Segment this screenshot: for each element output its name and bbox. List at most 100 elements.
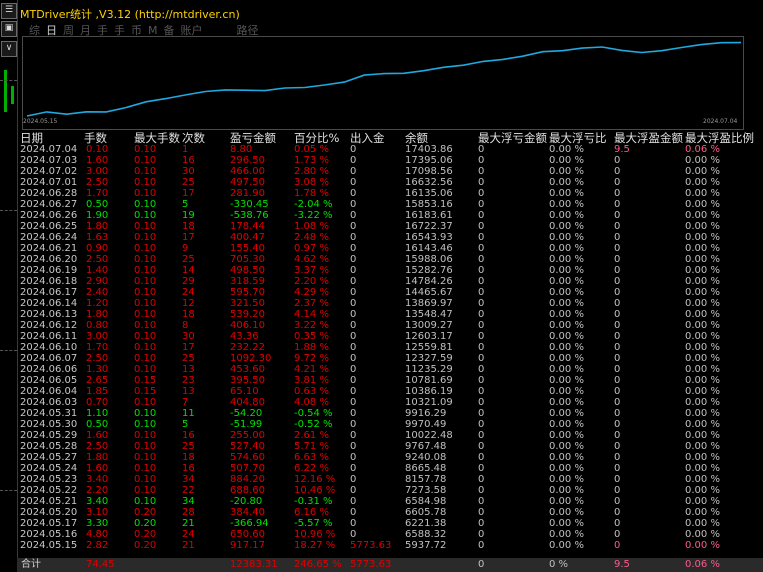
cell-bal: 6584.98 (405, 496, 447, 507)
cell-date: 2024.06.21 (20, 243, 78, 254)
cell-bal: 13869.97 (405, 298, 453, 309)
menu-icon[interactable]: ☰ (1, 3, 17, 19)
chevron-down-icon[interactable]: ∨ (1, 41, 17, 57)
cell-lot: 0.80 (86, 320, 109, 331)
cell-maxlot: 0.10 (134, 177, 157, 188)
cell-lot: 1.40 (86, 265, 109, 276)
col-header-3[interactable]: 次数 (182, 130, 205, 145)
cell-pct: 0.97 % (294, 243, 329, 254)
cell-mflp: 0.00 % (549, 496, 584, 507)
cell-mflp: 0.00 % (549, 353, 584, 364)
cell-mfp: 0 (614, 518, 621, 529)
cell-mfpp: 0.00 % (685, 364, 720, 375)
cell-cnt: 11 (182, 408, 195, 419)
cell-mfl: 0 (478, 177, 485, 188)
cell-lot: 0.70 (86, 397, 109, 408)
cell-pct: 3.08 % (294, 177, 329, 188)
cell-pl: 404.80 (230, 397, 265, 408)
cell-pct: -3.22 % (294, 210, 333, 221)
cell-io: 0 (350, 177, 357, 188)
cell-cnt: 9 (182, 243, 189, 254)
cell-io: 0 (350, 463, 357, 474)
col-header-10[interactable]: 最大浮盈金额 (614, 130, 683, 145)
cell-maxlot: 0.10 (134, 353, 157, 364)
cell-mfp: 0 (614, 287, 621, 298)
col-header-0[interactable]: 日期 (20, 130, 43, 145)
cell-pl: 539.20 (230, 309, 265, 320)
cell-cnt: 19 (182, 210, 195, 221)
cell-mflp: 0.00 % (549, 177, 584, 188)
col-header-1[interactable]: 手数 (84, 130, 107, 145)
cell-maxlot: 0.10 (134, 309, 157, 320)
cell-mfp: 0 (614, 375, 621, 386)
cell-io: 0 (350, 408, 357, 419)
cell-maxlot: 0.10 (134, 496, 157, 507)
cell-date: 2024.05.31 (20, 408, 78, 419)
cell-lot: 3.00 (86, 166, 109, 177)
cell-maxlot: 0.10 (134, 155, 157, 166)
cell-mfpp: 0.00 % (685, 485, 720, 496)
cell-cnt: 14 (182, 265, 195, 276)
col-header-7[interactable]: 余额 (405, 130, 428, 145)
cell-mfp: 0 (614, 430, 621, 441)
cell-bal: 5937.72 (405, 540, 447, 551)
cell-pl: 318.59 (230, 276, 265, 287)
level-line (0, 80, 17, 81)
cell-pl: 574.60 (230, 452, 265, 463)
cell-date: 2024.06.03 (20, 397, 78, 408)
col-header-8[interactable]: 最大浮亏金额 (478, 130, 547, 145)
cell-pct: 3.37 % (294, 265, 329, 276)
cell-cnt: 17 (182, 232, 195, 243)
cell-mfl: 0 (478, 265, 485, 276)
cell-mfpp: 0.00 % (685, 452, 720, 463)
cell-pct: -2.04 % (294, 199, 333, 210)
cell-mflp: 0.00 % (549, 397, 584, 408)
cell-mfl: 0 (478, 309, 485, 320)
cell-mfl: 0 (478, 254, 485, 265)
cell-maxlot: 0.10 (134, 221, 157, 232)
cell-pl: 688.60 (230, 485, 265, 496)
cell-cnt: 30 (182, 331, 195, 342)
cell-cnt: 13 (182, 364, 195, 375)
cell-cnt: 13 (182, 386, 195, 397)
col-header-6[interactable]: 出入金 (350, 130, 385, 145)
col-header-2[interactable]: 最大手数 (134, 130, 180, 145)
col-header-9[interactable]: 最大浮亏比 (549, 130, 607, 145)
cell-maxlot: 0.10 (134, 364, 157, 375)
cell-mfpp: 0.00 % (685, 353, 720, 364)
cell-date: 2024.05.15 (20, 540, 78, 551)
cell-lot: 1.60 (86, 155, 109, 166)
cell-io: 0 (350, 452, 357, 463)
col-header-5[interactable]: 百分比% (294, 130, 339, 145)
cell-mfl: 0 (478, 320, 485, 331)
cell-mfpp: 0.00 % (685, 320, 720, 331)
cell-bal: 9970.49 (405, 419, 447, 430)
cell-mfp: 0 (614, 331, 621, 342)
window-icon[interactable]: ▣ (1, 21, 17, 37)
cell-mfpp: 0.00 % (685, 441, 720, 452)
cell-mflp: 0.00 % (549, 144, 584, 155)
cell-date: 2024.05.23 (20, 474, 78, 485)
total-max-float-profit-pct: 0.06 % (685, 559, 720, 570)
cell-maxlot: 0.10 (134, 463, 157, 474)
cell-mfl: 0 (478, 540, 485, 551)
cell-date: 2024.05.28 (20, 441, 78, 452)
col-header-4[interactable]: 盈亏金额 (230, 130, 276, 145)
cell-bal: 11235.29 (405, 364, 453, 375)
cell-date: 2024.07.03 (20, 155, 78, 166)
cell-mfl: 0 (478, 507, 485, 518)
cell-mfl: 0 (478, 166, 485, 177)
cell-io: 0 (350, 155, 357, 166)
cell-io: 0 (350, 166, 357, 177)
cell-io: 0 (350, 243, 357, 254)
table-row[interactable]: 2024.05.15 2.82 0.20 21 917.17 18.27 % 5773.63… (0, 540, 763, 552)
cell-bal: 15853.16 (405, 199, 453, 210)
cell-mflp: 0.00 % (549, 155, 584, 166)
col-header-11[interactable]: 最大浮盈比例 (685, 130, 754, 145)
cell-mfl: 0 (478, 386, 485, 397)
cell-cnt: 25 (182, 254, 195, 265)
cell-mfp: 0 (614, 496, 621, 507)
cell-bal: 17098.56 (405, 166, 453, 177)
cell-mflp: 0.00 % (549, 276, 584, 287)
cell-pl: 705.30 (230, 254, 265, 265)
